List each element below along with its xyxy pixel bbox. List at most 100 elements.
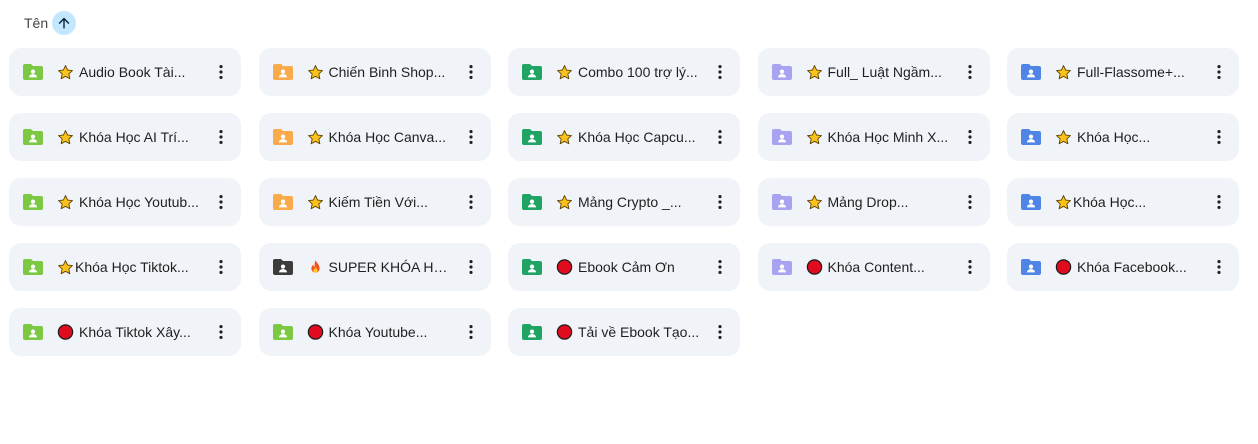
folder-name: Khóa Học Canva... [328, 129, 447, 145]
more-vert-icon[interactable] [956, 188, 984, 216]
star-icon [1055, 64, 1072, 81]
folder-card[interactable]: Khóa Youtube... [258, 308, 491, 356]
folder-card[interactable]: Khóa Học Canva... [258, 113, 491, 161]
star-icon [806, 129, 823, 146]
shared-folder-icon [522, 322, 542, 342]
shared-folder-icon [23, 62, 43, 82]
sort-label[interactable]: Tên [24, 15, 48, 31]
red-circle-icon [556, 259, 573, 276]
more-vert-icon[interactable] [207, 253, 235, 281]
shared-folder-icon [23, 322, 43, 342]
folder-card[interactable]: Full_ Luật Ngầm... [757, 48, 990, 96]
red-circle-icon [57, 324, 74, 341]
folder-name: Khóa Học Capcu... [578, 129, 696, 145]
folder-name: Audio Book Tài... [79, 64, 186, 80]
star-icon [307, 64, 324, 81]
star-icon [57, 259, 74, 276]
star-icon [806, 194, 823, 211]
more-vert-icon[interactable] [706, 123, 734, 151]
folder-card[interactable]: Khóa Học Minh X... [757, 113, 990, 161]
shared-folder-icon [522, 192, 542, 212]
folder-card[interactable]: Khóa Học Capcu... [508, 113, 740, 161]
star-icon [1055, 194, 1072, 211]
red-circle-icon [806, 259, 823, 276]
more-vert-icon[interactable] [1205, 123, 1233, 151]
more-vert-icon[interactable] [706, 253, 734, 281]
more-vert-icon[interactable] [706, 188, 734, 216]
more-vert-icon[interactable] [207, 123, 235, 151]
red-circle-icon [307, 324, 324, 341]
folder-grid: Audio Book Tài... Chiến Binh Shop... Combo… [9, 48, 1239, 356]
folder-name: Mảng Crypto _... [578, 194, 682, 210]
more-vert-icon[interactable] [457, 58, 485, 86]
folder-name: Khóa Học AI Trí... [79, 129, 189, 145]
shared-folder-icon [272, 62, 293, 82]
star-icon [57, 194, 74, 211]
folder-card[interactable]: Khóa Học... [1007, 178, 1239, 226]
folder-card[interactable]: Khóa Học AI Trí... [9, 113, 241, 161]
star-icon [556, 129, 573, 146]
more-vert-icon[interactable] [457, 188, 485, 216]
folder-card[interactable]: Khóa Tiktok Xây... [9, 308, 241, 356]
shared-folder-icon [771, 127, 792, 147]
shared-folder-icon [272, 192, 293, 212]
folder-card[interactable]: Mảng Crypto _... [508, 178, 740, 226]
folder-card[interactable]: Kiếm Tiền Với... [258, 178, 491, 226]
folder-card[interactable]: Tải về Ebook Tạo... [508, 308, 740, 356]
folder-name: Khóa Học Youtub... [79, 194, 199, 210]
more-vert-icon[interactable] [956, 58, 984, 86]
red-circle-icon [1055, 259, 1072, 276]
star-icon [1055, 129, 1072, 146]
more-vert-icon[interactable] [956, 123, 984, 151]
folder-name: Combo 100 trợ lý... [578, 64, 698, 80]
more-vert-icon[interactable] [207, 318, 235, 346]
more-vert-icon[interactable] [207, 188, 235, 216]
folder-name: Full-Flassome+... [1077, 64, 1185, 80]
folder-card[interactable]: Mảng Drop... [757, 178, 990, 226]
more-vert-icon[interactable] [457, 123, 485, 151]
more-vert-icon[interactable] [956, 253, 984, 281]
more-vert-icon[interactable] [457, 318, 485, 346]
more-vert-icon[interactable] [706, 58, 734, 86]
star-icon [307, 129, 324, 146]
star-icon [57, 129, 74, 146]
folder-name: Kiếm Tiền Với... [328, 194, 428, 210]
folder-card[interactable]: Khóa Facebook... [1007, 243, 1239, 291]
folder-card[interactable]: Combo 100 trợ lý... [508, 48, 740, 96]
more-vert-icon[interactable] [706, 318, 734, 346]
shared-folder-icon [23, 192, 43, 212]
more-vert-icon[interactable] [1205, 58, 1233, 86]
folder-card[interactable]: Khóa Học Tiktok... [9, 243, 241, 291]
more-vert-icon[interactable] [207, 58, 235, 86]
folder-name: Khóa Học Minh X... [827, 129, 949, 145]
folder-card[interactable]: Chiến Binh Shop... [258, 48, 491, 96]
folder-name: Khóa Học Tiktok... [75, 259, 189, 275]
shared-folder-icon [272, 257, 293, 277]
shared-folder-icon [272, 322, 293, 342]
shared-folder-icon [771, 192, 792, 212]
folder-name: Khóa Tiktok Xây... [79, 324, 191, 340]
shared-folder-icon [522, 62, 542, 82]
folder-card[interactable]: Full-Flassome+... [1007, 48, 1239, 96]
shared-folder-icon [23, 257, 43, 277]
folder-card[interactable]: Khóa Học Youtub... [9, 178, 241, 226]
folder-card[interactable]: Khóa Học... [1007, 113, 1239, 161]
red-circle-icon [556, 324, 573, 341]
folder-card[interactable]: SUPER KHÓA HỌ... [258, 243, 491, 291]
sort-direction-button[interactable] [52, 11, 77, 35]
more-vert-icon[interactable] [1205, 188, 1233, 216]
shared-folder-icon [23, 127, 43, 147]
folder-name: Ebook Cảm Ơn [578, 259, 675, 275]
shared-folder-icon [522, 257, 542, 277]
folder-card[interactable]: Ebook Cảm Ơn [508, 243, 740, 291]
folder-name: Mảng Drop... [827, 194, 909, 210]
shared-folder-icon [771, 62, 792, 82]
fire-icon [307, 259, 324, 276]
folder-name: Khóa Facebook... [1077, 259, 1187, 275]
star-icon [556, 194, 573, 211]
more-vert-icon[interactable] [457, 253, 485, 281]
more-vert-icon[interactable] [1205, 253, 1233, 281]
shared-folder-icon [272, 127, 293, 147]
folder-card[interactable]: Audio Book Tài... [9, 48, 241, 96]
folder-card[interactable]: Khóa Content... [757, 243, 990, 291]
